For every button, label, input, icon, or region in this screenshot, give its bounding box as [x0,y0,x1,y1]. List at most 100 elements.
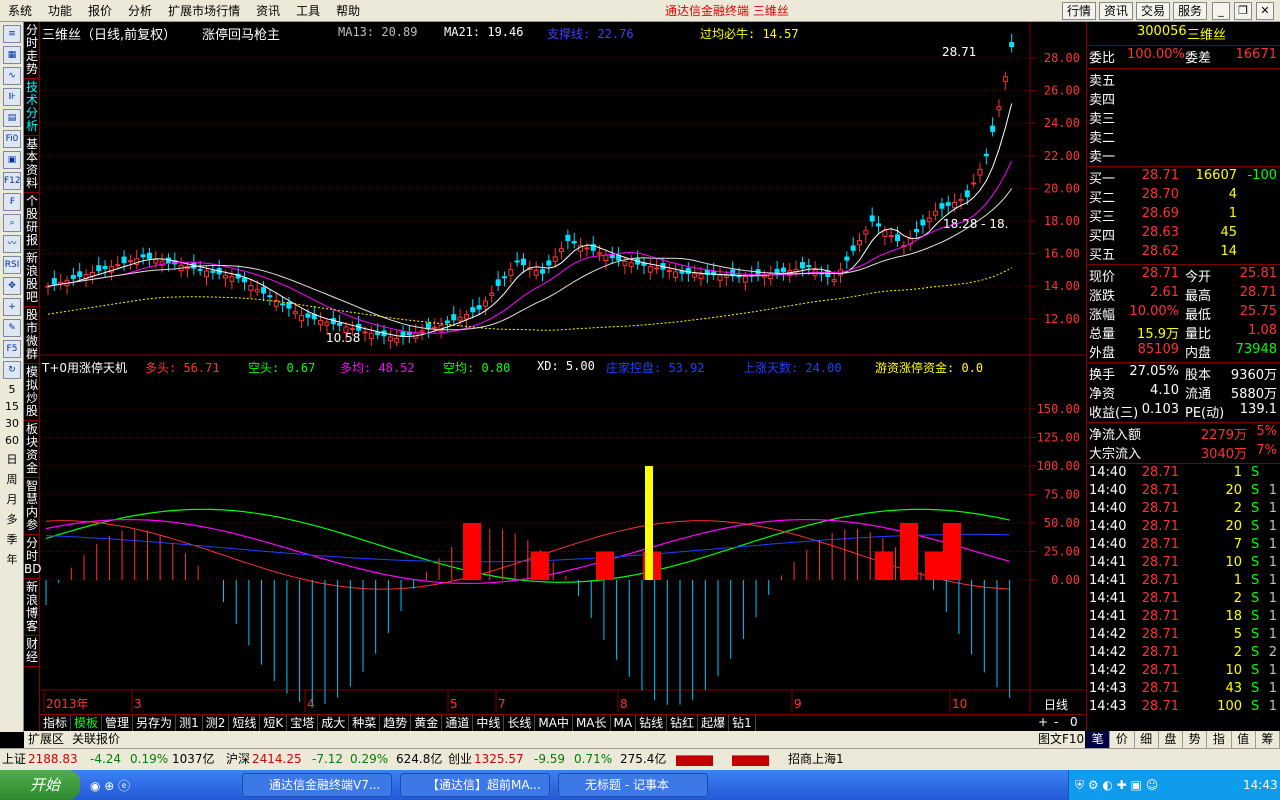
f12-icon[interactable]: F12 [3,172,21,190]
quote-tab[interactable]: 势 [1183,731,1208,748]
line-chart-icon[interactable]: ∿ [3,67,21,85]
quote-tab[interactable]: 细 [1135,731,1159,748]
indicator-tab[interactable]: 通道 [442,715,474,731]
fund-icon[interactable]: ₣ [3,193,21,211]
pencil-icon[interactable]: ✎ [3,319,21,337]
side-tab-bd[interactable]: 分时BD [24,535,41,579]
taskbar-window-notepad[interactable]: 无标题 - 记事本 [558,773,708,797]
side-tab-simulate[interactable]: 模拟炒股 [24,364,40,421]
quicklaunch-icon[interactable]: ◉ ⊕ ⓔ [90,777,130,794]
side-tab-finance[interactable]: 财经 [24,636,40,667]
indicator-tab[interactable]: 钻线 [636,715,668,731]
indicator-tab[interactable]: 黄金 [411,715,443,731]
ext-tab-related[interactable]: 关联报价 [72,731,120,747]
period-5[interactable]: 5 [1,383,23,396]
system-tray: ⛨ ⚙ ◐ ✚ ▣ ☺ 14:43 [1068,770,1280,800]
indicator-tab[interactable]: 趋势 [380,715,412,731]
quote-tab[interactable]: 筹 [1256,731,1280,748]
info-icon[interactable]: ▤ [3,109,21,127]
side-tab-neican[interactable]: 智慧内参 [24,478,40,535]
side-tab-technical[interactable]: 技术分析 [24,79,40,136]
indicator-tab[interactable]: MA [611,715,637,731]
plus-icon[interactable]: + [3,298,21,316]
indicator-tab[interactable]: 短线 [229,715,261,731]
side-tab-blog[interactable]: 新浪博客 [24,579,40,636]
indicator-tab[interactable]: 宝塔 [287,715,319,731]
close-icon[interactable]: ✕ [1256,2,1274,20]
quote-tab[interactable]: 价 [1110,731,1135,748]
indicator-tab[interactable]: 中线 [473,715,505,731]
tray-icons[interactable]: ⛨ ⚙ ◐ ✚ ▣ ☺ [1075,770,1158,800]
indicator-tab[interactable]: 模板 [71,715,103,731]
indicator-tab[interactable]: MA长 [573,715,611,731]
menu-help[interactable]: 帮助 [328,0,368,22]
indicator-tab[interactable]: MA中 [535,715,573,731]
refresh-icon[interactable]: ↻ [3,361,21,379]
indicator-tab[interactable]: 指标 [40,715,72,731]
side-tab-guba[interactable]: 新浪股吧 [24,250,40,307]
period-60[interactable]: 60 [1,434,23,447]
candle-body [863,230,869,235]
indicator-tab[interactable]: 测2 [203,715,230,731]
menu-ext-market[interactable]: 扩展市场行情 [160,0,248,22]
period-year[interactable]: 年 [1,551,23,567]
side-tab-research[interactable]: 个股研报 [24,193,40,250]
period-day[interactable]: 日 [1,451,23,467]
menu-function[interactable]: 功能 [40,0,80,22]
menu-quote[interactable]: 报价 [80,0,120,22]
news-button[interactable]: 资讯 [1099,2,1134,20]
menu-analysis[interactable]: 分析 [120,0,160,22]
indicator-tab[interactable]: 成大 [318,715,350,731]
period-week[interactable]: 周 [1,471,23,487]
chart-area[interactable]: 28.00 26.00 24.00 22.00 20.00 18.00 16.00 14.00… [40,22,1085,714]
period-season[interactable]: 季 [1,531,23,547]
list-icon[interactable]: ≡ [3,25,21,43]
minimize-icon[interactable]: _ [1212,2,1230,20]
indicator-tab[interactable]: 钻1 [729,715,756,731]
quote-tab[interactable]: 指 [1207,731,1232,748]
report-icon[interactable]: ▣ [3,151,21,169]
period-15[interactable]: 15 [1,400,23,413]
period-month[interactable]: 月 [1,491,23,507]
period-30[interactable]: 30 [1,417,23,430]
zoom-in-button[interactable]: + [1038,714,1048,730]
kline-icon[interactable]: ⊪ [3,88,21,106]
side-tab-timeshare[interactable]: 分时走势 [24,22,40,79]
search-icon[interactable]: ⌕ [3,214,21,232]
quote-tab[interactable]: 值 [1232,731,1256,748]
menu-system[interactable]: 系统 [0,0,40,22]
menu-news[interactable]: 资讯 [248,0,288,22]
side-tab-weiqun[interactable]: 股市微群 [24,307,40,364]
indicator-tab[interactable]: 短K [260,715,288,731]
indicator-tab[interactable]: 另存为 [133,715,177,731]
menu-tools[interactable]: 工具 [288,0,328,22]
side-tab-basic[interactable]: 基本资料 [24,136,40,193]
zoom-reset-button[interactable]: 0 [1070,714,1078,730]
zoom-out-button[interactable]: - [1054,714,1058,730]
indicator-tab[interactable]: 种菜 [349,715,381,731]
f10-icon[interactable]: Fi0 [3,130,21,148]
f5-icon[interactable]: F5 [3,340,21,358]
taskbar-window-forum[interactable]: 【通达信】超前MA... [400,773,550,797]
period-multi[interactable]: 多 [1,511,23,527]
move-icon[interactable]: ✥ [3,277,21,295]
indicator-tab[interactable]: 管理 [102,715,134,731]
service-button[interactable]: 服务 [1173,2,1208,20]
restore-icon[interactable]: ❐ [1234,2,1252,20]
rsi-icon[interactable]: RSI [3,256,21,274]
quote-button[interactable]: 行情 [1062,2,1097,20]
trade-button[interactable]: 交易 [1136,2,1171,20]
indicator-tab[interactable]: 钻红 [667,715,699,731]
wave-icon[interactable]: 〰 [3,235,21,253]
indicator-tab[interactable]: 测1 [176,715,203,731]
side-tab-sector-fund[interactable]: 板块资金 [24,421,40,478]
quote-tab[interactable]: 盘 [1159,731,1183,748]
ext-tab-area[interactable]: 扩展区 [28,731,64,747]
start-button[interactable]: 开始 [0,770,80,800]
grid-icon[interactable]: ▦ [3,46,21,64]
taskbar-window-tdx[interactable]: 通达信金融终端V7... [242,773,392,797]
f10-graph-button[interactable]: 图文F10 [1038,731,1084,747]
quote-tab[interactable]: 笔 [1086,731,1111,748]
indicator-tab[interactable]: 起爆 [698,715,730,731]
indicator-tab[interactable]: 长线 [504,715,536,731]
